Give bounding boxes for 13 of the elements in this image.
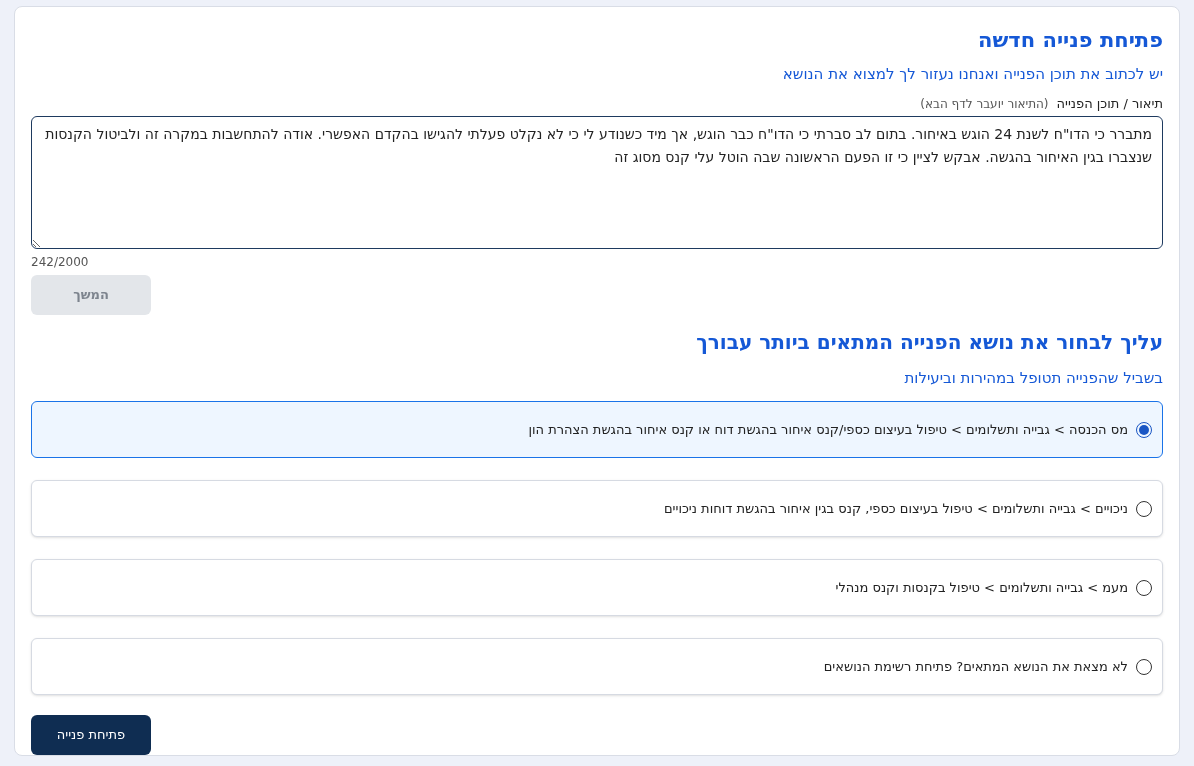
- character-counter: 242/2000: [31, 254, 89, 272]
- description-field[interactable]: מתברר כי הדו"ח לשנת 24 הוגש באיחור. בתום לב סברתי כי הדו"ח כבר הוגש, אך מיד כשנודע לי כי לא נקלט פעלתי להגישו בהקדם האפשרי. אודה להתחשבות במקרה זה ולביטול הקנסות שנצברו בגין האיחור בהגשה. אבקש לציין כי זו הפעם הראשונה שבה הוטל עלי קנס מסוג זה: [31, 116, 1163, 250]
- topic-option[interactable]: לא מצאת את הנושא המתאים? פתיחת רשימת הנושאים: [31, 638, 1163, 696]
- topic-option[interactable]: ניכויים > גבייה ותשלומים > טיפול בעיצום כספי, קנס בגין איחור בהגשת דוחות ניכויים: [31, 480, 1163, 538]
- page-subtitle: יש לכתוב את תוכן הפנייה ואנחנו נעזור לך למצוא את הנושא: [782, 64, 1163, 86]
- topic-option[interactable]: מעמ > גבייה ותשלומים > טיפול בקנסות וקנס מנהלי: [31, 559, 1163, 617]
- page-title: פתיחת פנייה חדשה: [978, 27, 1163, 54]
- field-hint: (התיאור יועבר לדף הבא): [920, 95, 1049, 113]
- topic-option[interactable]: מס הכנסה > גבייה ותשלומים > טיפול בעיצום כספי/קנס איחור בהגשת דוח או קנס איחור בהגשת הצהרת הון: [31, 401, 1163, 459]
- section-title: עליך לבחור את נושא הפנייה המתאים ביותר עבורך: [696, 328, 1163, 356]
- submit-button[interactable]: פתיחת פנייה: [31, 715, 151, 755]
- field-label: תיאור / תוכן הפנייה: [1056, 94, 1163, 113]
- section-subtitle: בשביל שהפנייה תטופל במהירות וביעילות: [904, 367, 1163, 389]
